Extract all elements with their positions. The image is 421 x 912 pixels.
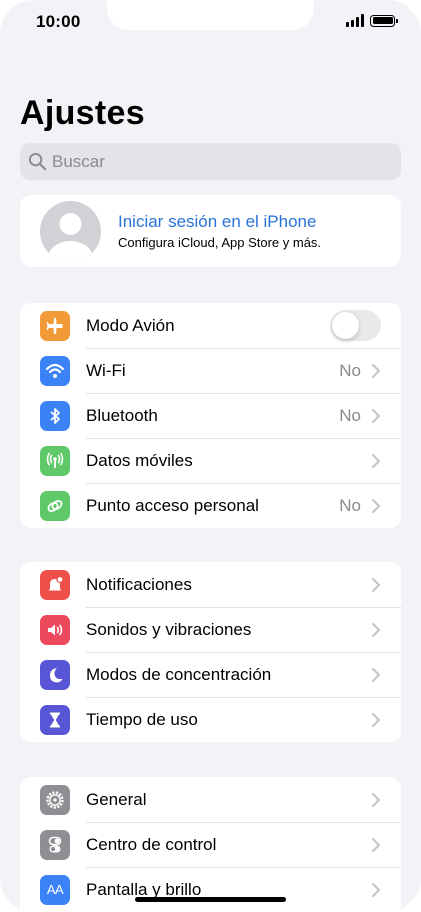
speaker-icon xyxy=(40,614,70,645)
chevron-right-icon xyxy=(372,363,381,378)
signin-link[interactable]: Iniciar sesión en el iPhone xyxy=(118,212,321,232)
chevron-right-icon xyxy=(372,667,381,682)
settings-row-notifications[interactable]: Notificaciones xyxy=(20,562,401,607)
search-input[interactable] xyxy=(52,151,372,172)
phone-screen: 10:00 Ajustes Iniciar sesión en el iPhon… xyxy=(0,0,421,912)
notch xyxy=(107,0,314,30)
settings-row-focus[interactable]: Modos de concentración xyxy=(20,652,401,697)
settings-row-personal-hotspot[interactable]: Punto acceso personal No xyxy=(20,483,401,528)
row-label: Notificaciones xyxy=(86,574,192,594)
row-label: Tiempo de uso xyxy=(86,709,198,729)
chevron-right-icon xyxy=(372,498,381,513)
chevron-right-icon xyxy=(372,712,381,727)
status-indicators xyxy=(346,14,398,27)
home-indicator[interactable] xyxy=(135,897,286,902)
moon-icon xyxy=(40,659,70,690)
settings-row-screen-time[interactable]: Tiempo de uso xyxy=(20,697,401,742)
connectivity-group: Modo Avión Wi-Fi No Bluetooth No Datos m… xyxy=(20,303,401,528)
row-label: Wi-Fi xyxy=(86,360,126,380)
bluetooth-icon xyxy=(40,400,70,431)
bell-icon xyxy=(40,569,70,600)
status-time: 10:00 xyxy=(36,12,81,31)
settings-row-control-center[interactable]: Centro de control xyxy=(20,822,401,867)
row-label: Bluetooth xyxy=(86,405,158,425)
row-label: Sonidos y vibraciones xyxy=(86,619,252,639)
settings-row-bluetooth[interactable]: Bluetooth No xyxy=(20,393,401,438)
settings-row-airplane-mode[interactable]: Modo Avión xyxy=(20,303,401,348)
hourglass-icon xyxy=(40,704,70,735)
airplane-icon xyxy=(40,310,70,341)
wifi-icon xyxy=(40,355,70,386)
settings-row-sounds[interactable]: Sonidos y vibraciones xyxy=(20,607,401,652)
chevron-right-icon xyxy=(372,837,381,852)
chevron-right-icon xyxy=(372,577,381,592)
chevron-right-icon xyxy=(372,792,381,807)
account-signin-card[interactable]: Iniciar sesión en el iPhone Configura iC… xyxy=(20,195,401,267)
switches-icon xyxy=(40,829,70,860)
chevron-right-icon xyxy=(372,453,381,468)
hotspot-icon xyxy=(40,490,70,521)
general-group: General Centro de control AA Pantalla y … xyxy=(20,777,401,912)
notifications-group: Notificaciones Sonidos y vibraciones Mod… xyxy=(20,562,401,742)
hotspot-status: No xyxy=(339,495,361,515)
chevron-right-icon xyxy=(372,622,381,637)
airplane-mode-toggle[interactable] xyxy=(330,310,381,341)
row-label: Datos móviles xyxy=(86,450,193,470)
row-label: Punto acceso personal xyxy=(86,495,259,515)
row-label: General xyxy=(86,789,147,809)
battery-icon xyxy=(370,14,398,27)
chevron-right-icon xyxy=(372,408,381,423)
signin-subtitle: Configura iCloud, App Store y más. xyxy=(118,235,322,250)
avatar xyxy=(40,200,101,262)
person-icon xyxy=(48,212,93,262)
settings-row-general[interactable]: General xyxy=(20,777,401,822)
row-label: Centro de control xyxy=(86,834,217,854)
gear-icon xyxy=(40,784,70,815)
settings-row-display-brightness[interactable]: AA Pantalla y brillo xyxy=(20,867,401,912)
wifi-status: No xyxy=(339,360,361,380)
bluetooth-status: No xyxy=(339,405,361,425)
settings-row-mobile-data[interactable]: Datos móviles xyxy=(20,438,401,483)
settings-row-wifi[interactable]: Wi-Fi No xyxy=(20,348,401,393)
text-size-icon: AA xyxy=(40,874,70,905)
row-label: Modos de concentración xyxy=(86,664,272,684)
search-icon xyxy=(28,152,47,171)
cellular-signal-icon xyxy=(346,14,364,27)
search-bar[interactable] xyxy=(20,143,401,180)
chevron-right-icon xyxy=(372,882,381,897)
page-title: Ajustes xyxy=(20,94,145,132)
row-label: Modo Avión xyxy=(86,315,175,335)
antenna-icon xyxy=(40,445,70,476)
